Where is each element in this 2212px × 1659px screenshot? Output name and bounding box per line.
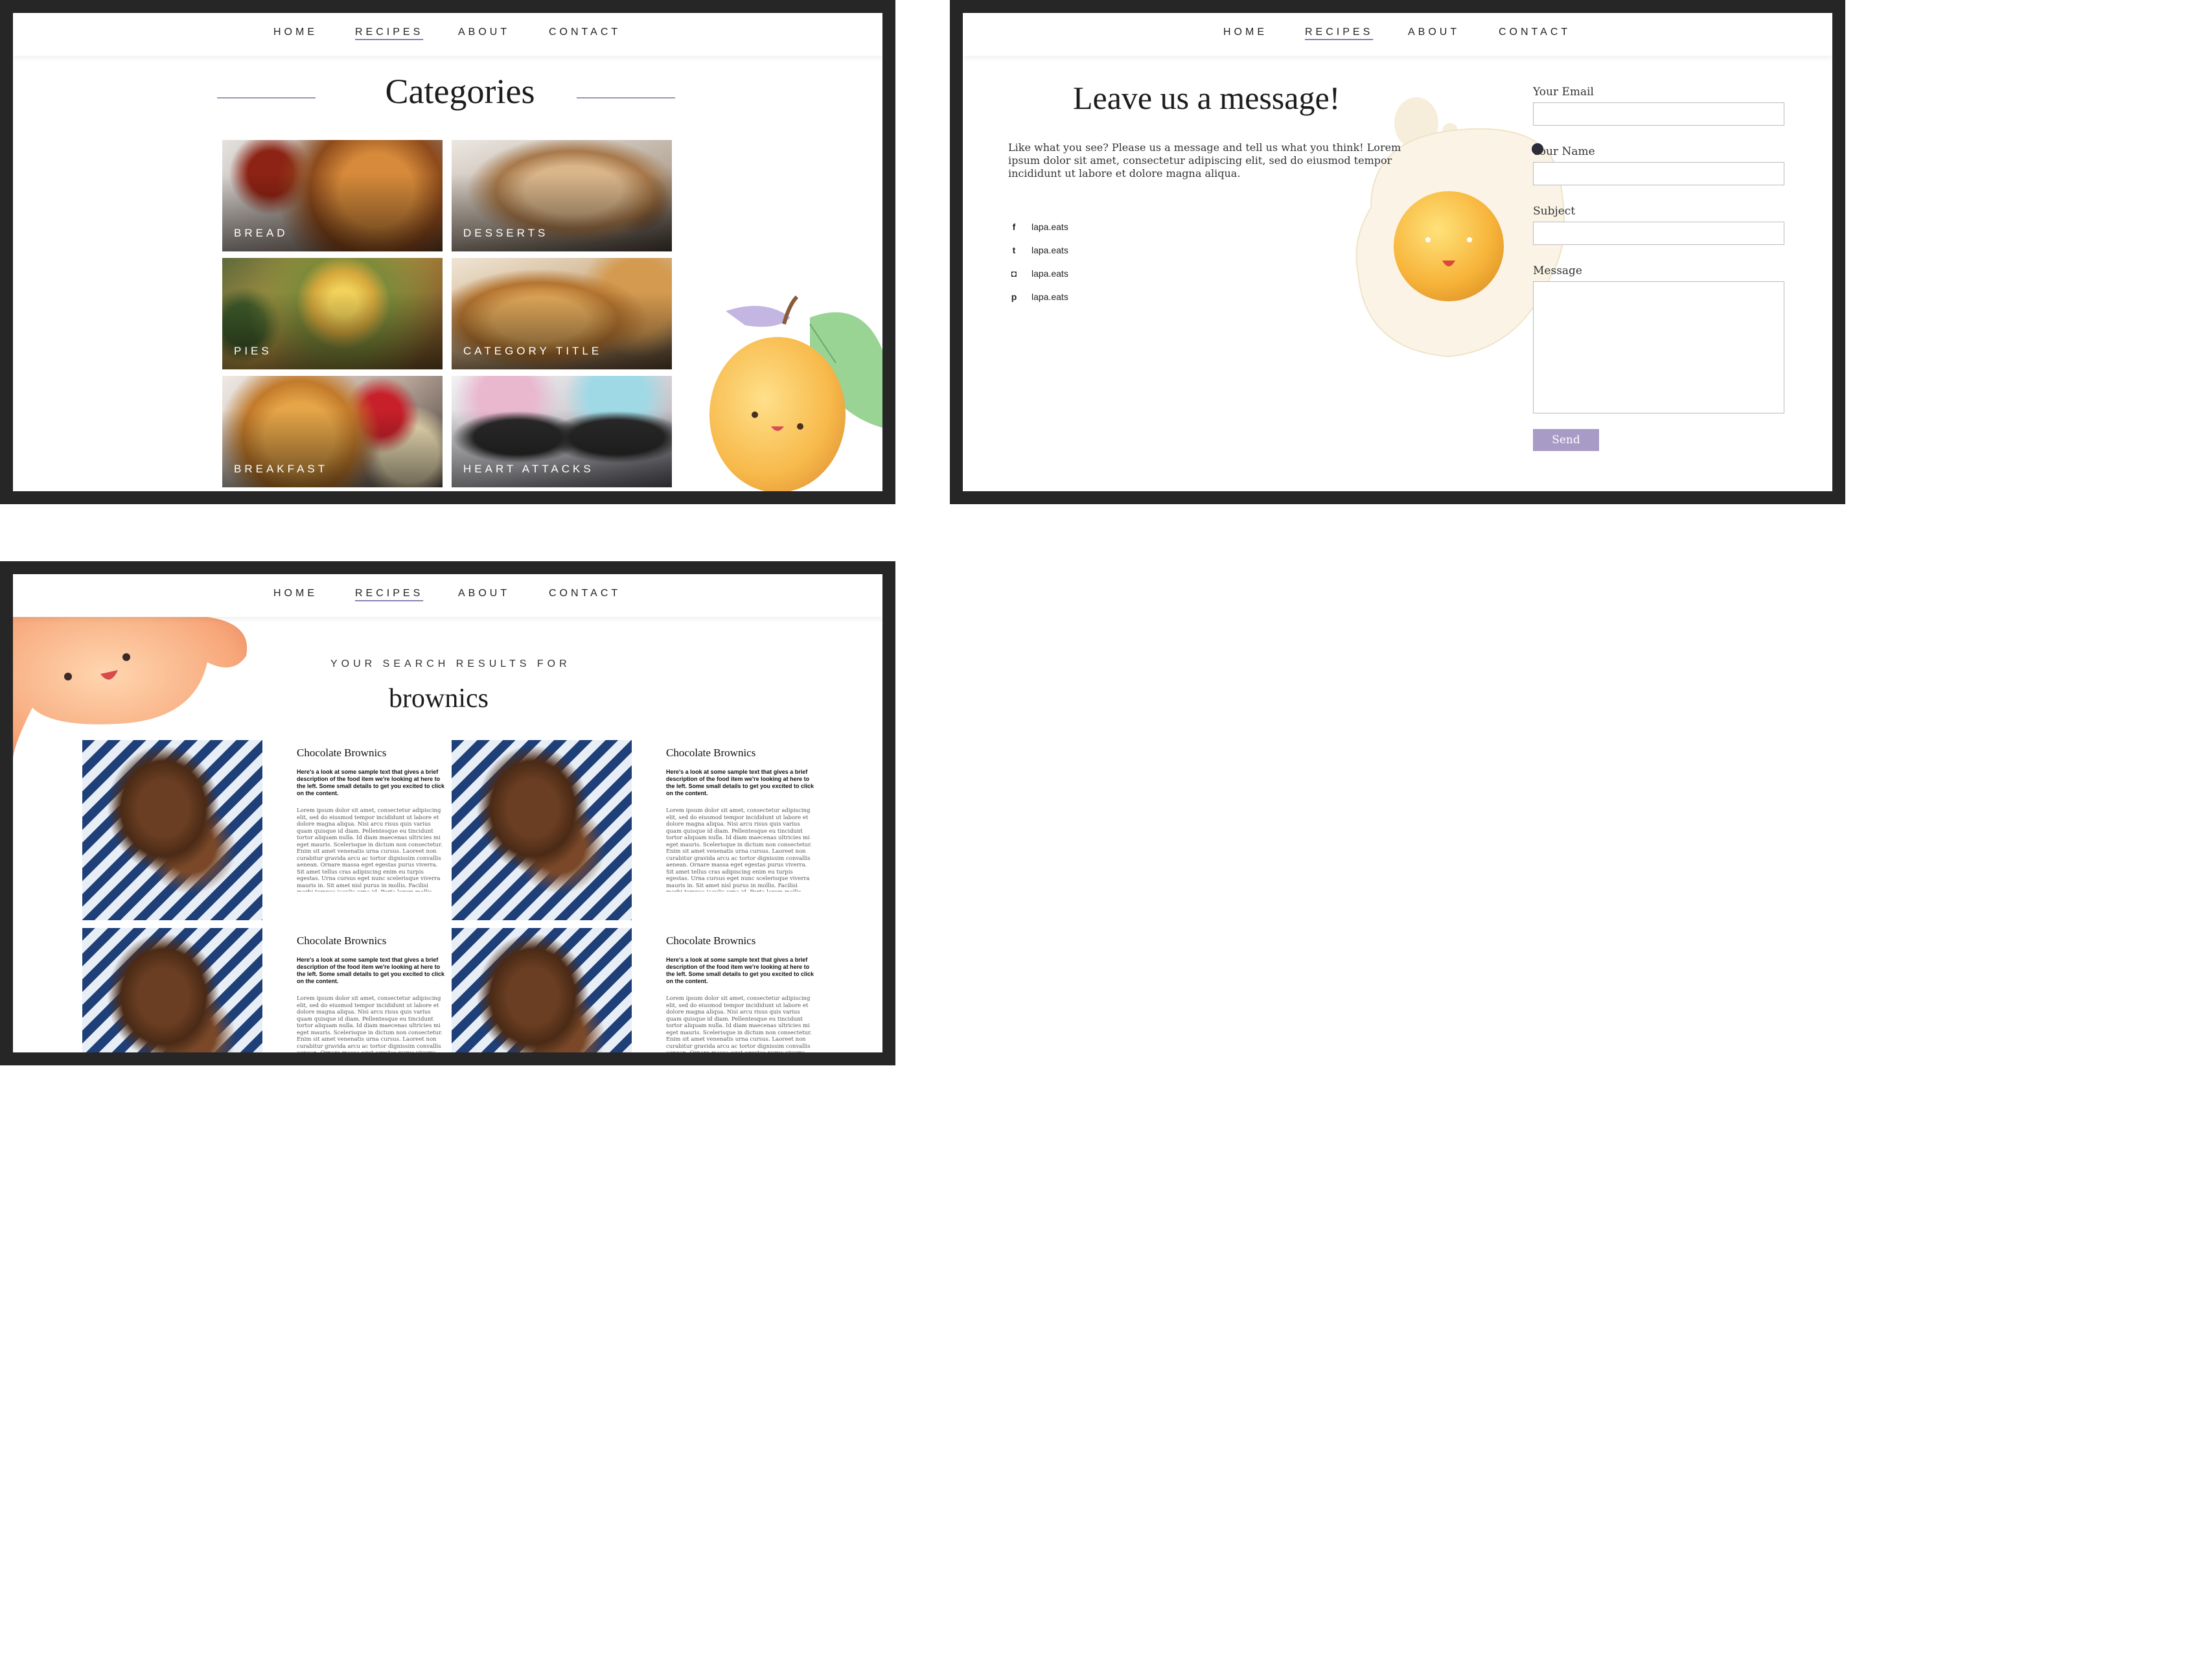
result-image[interactable] [82, 928, 262, 1052]
contact-intro: Like what you see? Please us a message a… [1008, 141, 1401, 180]
facebook-icon: f [1012, 222, 1016, 232]
instagram-icon: ◘ [1011, 268, 1017, 279]
page-title: Categories [385, 72, 535, 111]
pinterest-icon: p [1011, 292, 1017, 302]
category-tile-desserts[interactable]: DESSERTS [452, 140, 672, 251]
nav-home[interactable]: HOME [273, 588, 317, 599]
social-twitter[interactable]: t lapa.eats [1008, 245, 1068, 255]
top-nav: HOME RECIPES ABOUT CONTACT [13, 574, 882, 617]
category-tile-heart-attacks[interactable]: HEART ATTACKS [452, 376, 672, 487]
social-pinterest[interactable]: p lapa.eats [1008, 292, 1068, 302]
search-term: brownics [389, 684, 489, 713]
search-page: HOME RECIPES ABOUT CONTACT YOUR SEARCH R… [13, 574, 882, 1052]
name-label: Your Name [1533, 145, 1595, 158]
social-instagram[interactable]: ◘ lapa.eats [1008, 268, 1068, 279]
email-field[interactable] [1533, 102, 1784, 126]
result-title: Chocolate Brownics [297, 747, 387, 759]
social-handle: lapa.eats [1031, 268, 1068, 279]
category-label: HEART ATTACKS [463, 463, 594, 475]
result-title: Chocolate Brownics [666, 934, 756, 947]
search-page-frame: HOME RECIPES ABOUT CONTACT YOUR SEARCH R… [0, 561, 895, 1065]
search-kicker: YOUR SEARCH RESULTS FOR [330, 658, 571, 669]
result-image[interactable] [82, 740, 262, 920]
top-nav: HOME RECIPES ABOUT CONTACT [963, 13, 1832, 56]
nav-recipes[interactable]: RECIPES [1305, 27, 1373, 38]
nav-about[interactable]: ABOUT [458, 27, 510, 38]
top-nav: HOME RECIPES ABOUT CONTACT [13, 13, 882, 56]
social-handle: lapa.eats [1031, 245, 1068, 255]
social-facebook[interactable]: f lapa.eats [1008, 222, 1068, 232]
result-description: Here's a look at some sample text that g… [666, 769, 814, 796]
category-label: PIES [234, 345, 272, 357]
mango-mascot-icon [709, 295, 882, 491]
name-field[interactable] [1533, 162, 1784, 185]
result-body: Lorem ipsum dolor sit amet, consectetur … [666, 995, 812, 1052]
nav-about[interactable]: ABOUT [1408, 27, 1460, 38]
category-label: CATEGORY TITLE [463, 345, 603, 357]
subject-label: Subject [1533, 205, 1576, 218]
category-label: BREAD [234, 227, 288, 239]
nav-about[interactable]: ABOUT [458, 588, 510, 599]
category-tile-bread[interactable]: BREAD [222, 140, 443, 251]
nav-contact[interactable]: CONTACT [549, 27, 621, 38]
result-image[interactable] [452, 928, 632, 1052]
social-handle: lapa.eats [1031, 292, 1068, 302]
result-title: Chocolate Brownics [297, 934, 387, 947]
categories-page: HOME RECIPES ABOUT CONTACT Categories BR… [13, 13, 882, 491]
nav-home[interactable]: HOME [1223, 27, 1267, 38]
title-divider-right [577, 97, 675, 99]
result-card[interactable]: Chocolate Brownics Here's a look at some… [297, 747, 446, 892]
social-handle: lapa.eats [1031, 222, 1068, 232]
result-body: Lorem ipsum dolor sit amet, consectetur … [297, 995, 443, 1052]
contact-page-frame: HOME RECIPES ABOUT CONTACT Leave us a me… [950, 0, 1845, 504]
category-label: BREAKFAST [234, 463, 328, 475]
twitter-icon: t [1012, 245, 1016, 255]
result-body: Lorem ipsum dolor sit amet, consectetur … [297, 807, 443, 892]
nav-home[interactable]: HOME [273, 27, 317, 38]
nav-recipes[interactable]: RECIPES [355, 27, 423, 38]
result-body: Lorem ipsum dolor sit amet, consectetur … [666, 807, 812, 892]
nav-recipes[interactable]: RECIPES [355, 588, 423, 599]
result-description: Here's a look at some sample text that g… [297, 957, 445, 984]
categories-page-frame: HOME RECIPES ABOUT CONTACT Categories BR… [0, 0, 895, 504]
send-button[interactable]: Send [1533, 429, 1599, 451]
message-label: Message [1533, 264, 1582, 277]
nav-contact[interactable]: CONTACT [549, 588, 621, 599]
contact-title: Leave us a message! [1073, 80, 1341, 116]
result-title: Chocolate Brownics [666, 747, 756, 759]
message-field[interactable] [1533, 281, 1784, 413]
contact-page: HOME RECIPES ABOUT CONTACT Leave us a me… [963, 13, 1832, 491]
title-divider-left [217, 97, 316, 99]
subject-field[interactable] [1533, 222, 1784, 245]
result-card[interactable]: Chocolate Brownics Here's a look at some… [666, 934, 815, 1052]
category-tile-category-title[interactable]: CATEGORY TITLE [452, 258, 672, 369]
nav-contact[interactable]: CONTACT [1499, 27, 1571, 38]
result-image[interactable] [452, 740, 632, 920]
category-tile-pies[interactable]: PIES [222, 258, 443, 369]
email-label: Your Email [1533, 86, 1594, 99]
result-description: Here's a look at some sample text that g… [297, 769, 445, 796]
result-card[interactable]: Chocolate Brownics Here's a look at some… [297, 934, 446, 1052]
category-tile-breakfast[interactable]: BREAKFAST [222, 376, 443, 487]
result-card[interactable]: Chocolate Brownics Here's a look at some… [666, 747, 815, 892]
result-description: Here's a look at some sample text that g… [666, 957, 814, 984]
category-label: DESSERTS [463, 227, 549, 239]
